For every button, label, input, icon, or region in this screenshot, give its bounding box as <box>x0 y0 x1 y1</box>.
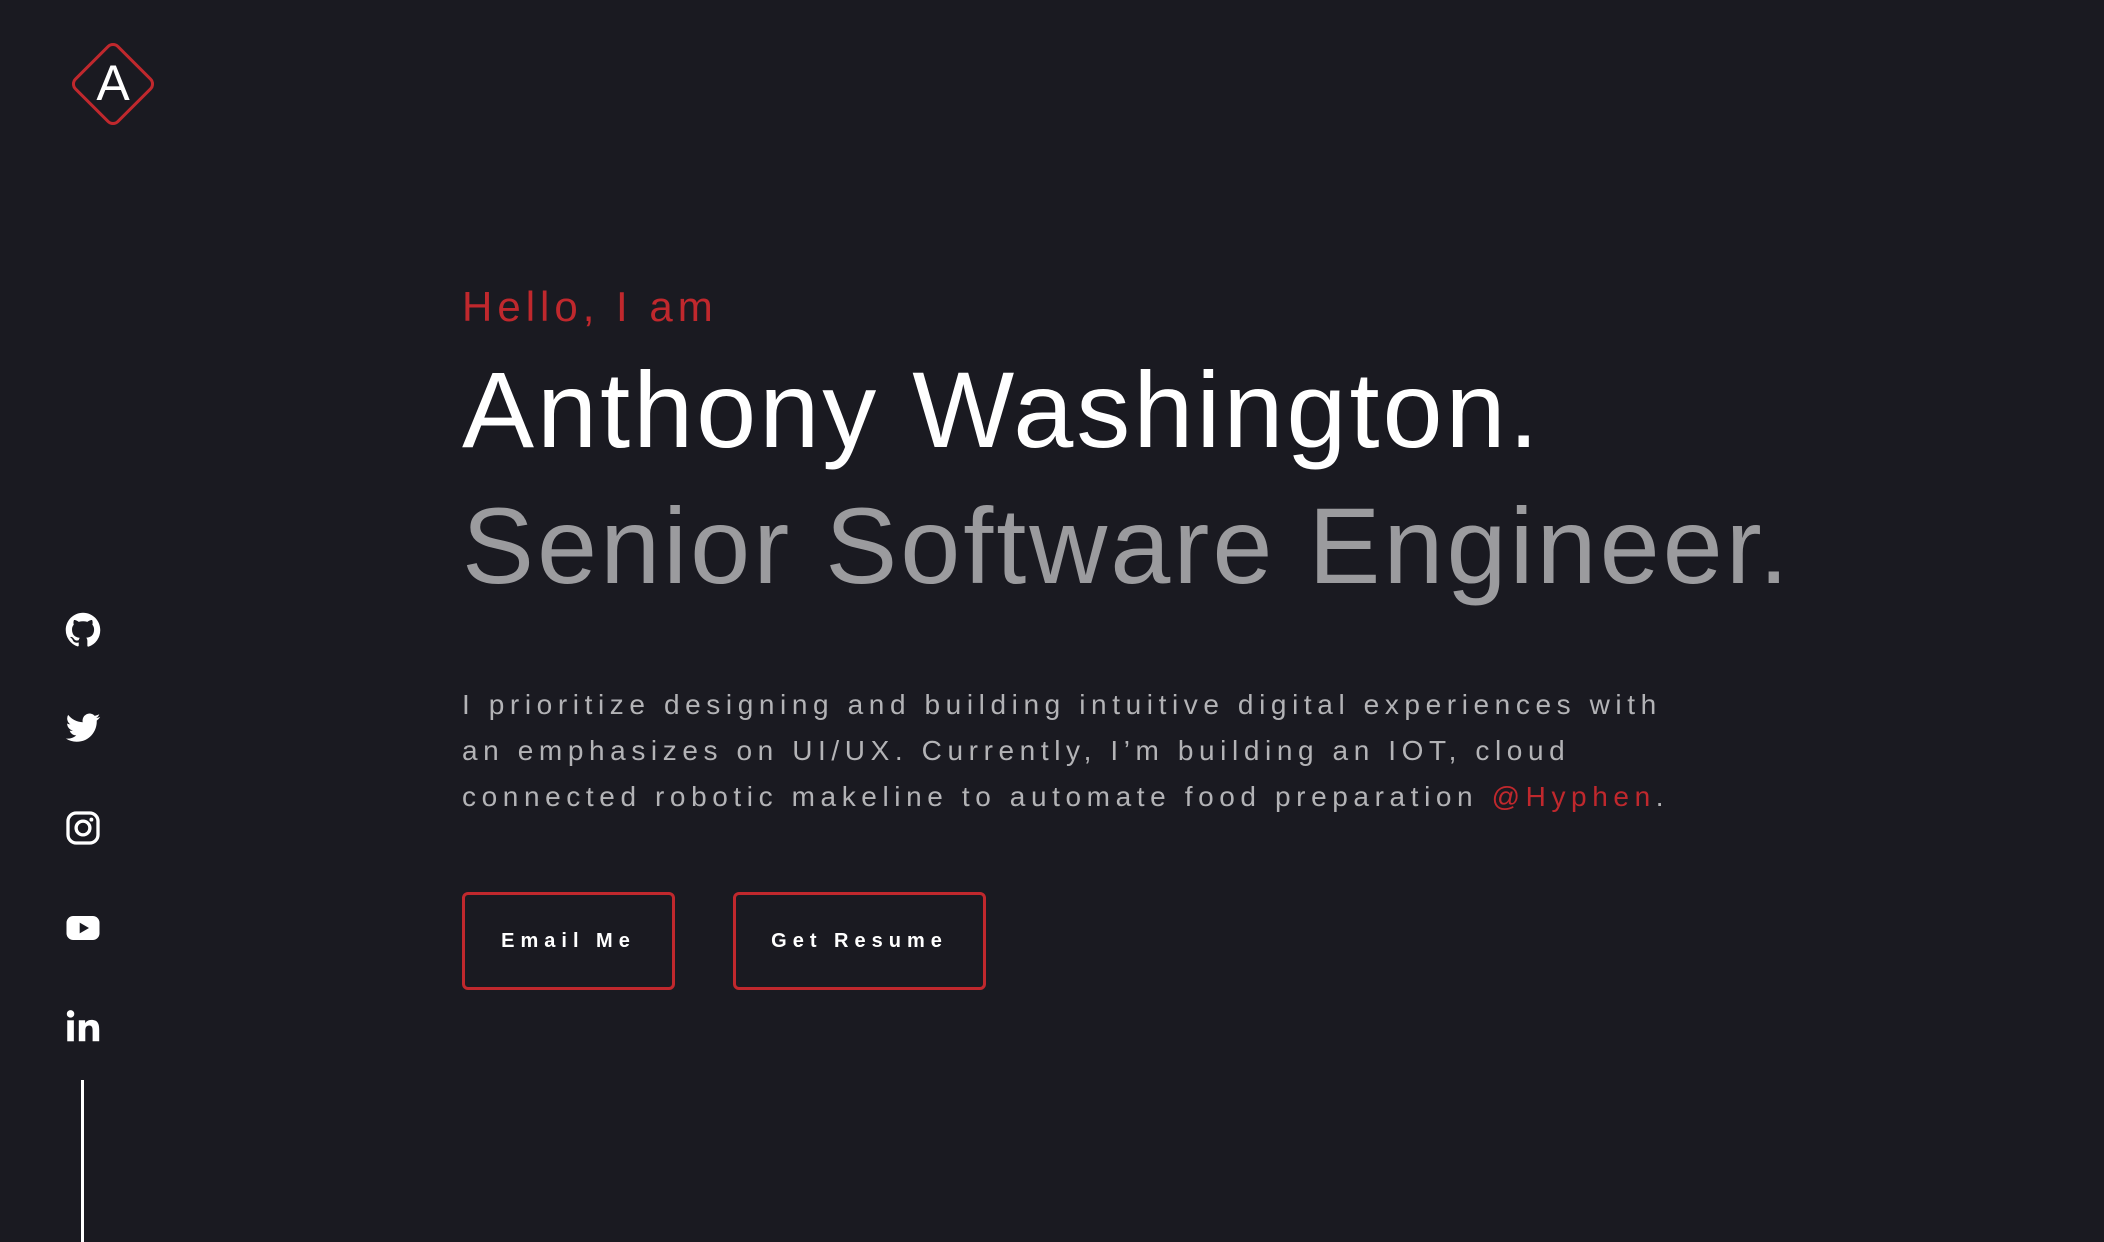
logo-link[interactable]: A <box>57 28 169 140</box>
hyphen-link[interactable]: @Hyphen <box>1492 781 1656 812</box>
linkedin-icon <box>66 1010 100 1042</box>
hero-name: Anthony Washington. <box>462 349 1542 470</box>
social-divider-line <box>81 1080 84 1242</box>
github-icon <box>65 612 101 647</box>
github-link[interactable] <box>63 610 103 650</box>
description-text: I prioritize designing and building intu… <box>462 689 1662 812</box>
hero-section: Hello, I am Anthony Washington. Senior S… <box>462 280 2022 990</box>
greeting-text: Hello, I am <box>462 283 718 330</box>
instagram-icon <box>66 811 100 845</box>
hero-description: I prioritize designing and building intu… <box>462 682 1682 820</box>
youtube-icon <box>66 916 100 940</box>
email-me-button[interactable]: Email Me <box>462 892 675 990</box>
twitter-link[interactable] <box>63 708 103 748</box>
hero-role: Senior Software Engineer. <box>462 485 1792 606</box>
get-resume-button[interactable]: Get Resume <box>733 892 986 990</box>
youtube-link[interactable] <box>63 908 103 948</box>
twitter-icon <box>65 713 101 742</box>
linkedin-link[interactable] <box>63 1006 103 1046</box>
instagram-link[interactable] <box>63 808 103 848</box>
logo-letter: A <box>96 55 130 111</box>
description-end: . <box>1655 781 1670 812</box>
cta-buttons: Email Me Get Resume <box>462 892 2022 990</box>
